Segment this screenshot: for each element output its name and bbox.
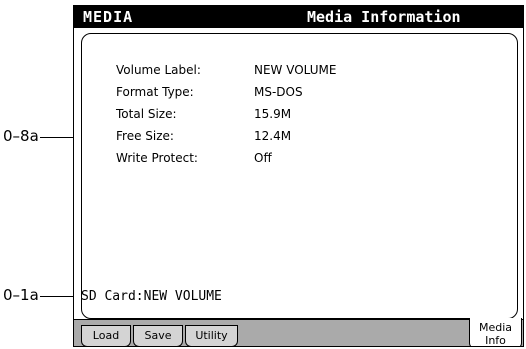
total-size-value: 15.9M [254,107,292,121]
volume-label-value: NEW VOLUME [254,63,337,77]
free-size-label: Free Size: [116,129,174,143]
volume-label-label: Volume Label: [116,63,201,77]
tab-save[interactable]: Save [133,325,183,346]
callout-status-ref: 0–1a [3,286,39,304]
tab-utility[interactable]: Utility [185,325,238,346]
media-info-panel: Volume Label: NEW VOLUME Format Type: MS… [77,28,518,319]
callout-media-info-line [40,137,77,138]
tab-media-info-label-line1: Media [478,321,513,334]
tab-media-info[interactable]: Media Info [469,318,522,347]
page-tab-bar: Load Save Utility Media Info [74,318,523,347]
tab-media-info-label-line2: Info [485,334,506,347]
tab-load[interactable]: Load [81,325,131,346]
mode-title: MEDIA [83,8,134,26]
callout-media-info-ref: 0–8a [3,127,39,145]
current-media-status: SD Card:NEW VOLUME [81,289,222,304]
write-protect-label: Write Protect: [116,151,198,165]
format-type-value: MS-DOS [254,85,303,99]
title-bar: MEDIA Media Information [74,6,523,28]
page-title: Media Information [307,8,461,26]
total-size-label: Total Size: [116,107,177,121]
device-screen: MEDIA Media Information Volume Label: NE… [73,5,524,347]
free-size-value: 12.4M [254,129,292,143]
media-info-frame: Volume Label: NEW VOLUME Format Type: MS… [81,33,518,319]
format-type-label: Format Type: [116,85,194,99]
write-protect-value: Off [254,151,272,165]
